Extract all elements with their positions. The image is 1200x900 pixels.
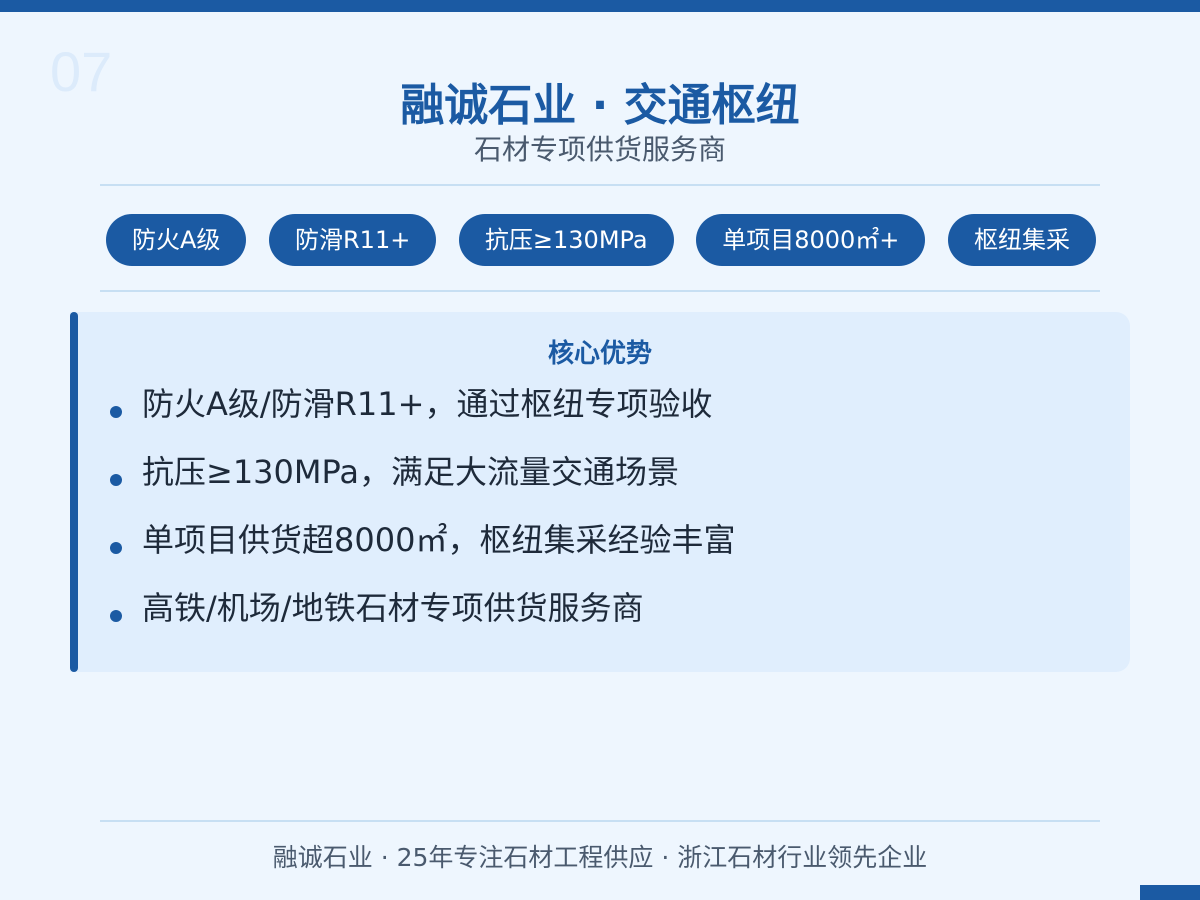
list-item-text: 高铁/机场/地铁石材专项供货服务商 <box>142 589 644 627</box>
list-item: 抗压≥130MPa，满足大流量交通场景 <box>110 450 735 518</box>
tag-hub-procurement: 枢纽集采 <box>947 214 1096 266</box>
advantages-list: 防火A级/防滑R11+，通过枢纽专项验收 抗压≥130MPa，满足大流量交通场景… <box>110 382 735 654</box>
tag-project-area: 单项目8000㎡+ <box>696 214 926 266</box>
advantages-heading: 核心优势 <box>547 339 652 369</box>
divider-middle <box>100 290 1100 292</box>
tag-slip-rating: 防滑R11+ <box>269 214 437 266</box>
footer-text: 融诚石业 · 25年专注石材工程供应 · 浙江石材行业领先企业 <box>272 843 928 872</box>
list-item-text: 抗压≥130MPa，满足大流量交通场景 <box>142 453 679 491</box>
list-item: 高铁/机场/地铁石材专项供货服务商 <box>110 586 735 654</box>
bullet-dot-icon <box>110 406 122 418</box>
feature-tags: 防火A级 防滑R11+ 抗压≥130MPa 单项目8000㎡+ 枢纽集采 <box>106 214 1096 266</box>
bullet-dot-icon <box>110 610 122 622</box>
top-accent-bar <box>0 0 1200 12</box>
bullet-dot-icon <box>110 542 122 554</box>
slide-title: 融诚石业 · 交通枢纽 <box>400 80 800 131</box>
tag-compressive-strength: 抗压≥130MPa <box>458 214 674 266</box>
list-item-text: 防火A级/防滑R11+，通过枢纽专项验收 <box>142 385 713 423</box>
advantages-panel: 核心优势 防火A级/防滑R11+，通过枢纽专项验收 抗压≥130MPa，满足大流… <box>70 312 1130 672</box>
list-item: 防火A级/防滑R11+，通过枢纽专项验收 <box>110 382 735 450</box>
divider-top <box>100 184 1100 186</box>
divider-bottom <box>100 820 1100 822</box>
list-item-text: 单项目供货超8000㎡，枢纽集采经验丰富 <box>142 521 736 559</box>
slide-subtitle: 石材专项供货服务商 <box>473 133 726 166</box>
bullet-dot-icon <box>110 474 122 486</box>
tag-fire-rating: 防火A级 <box>106 214 247 266</box>
corner-accent-block <box>1140 885 1200 900</box>
list-item: 单项目供货超8000㎡，枢纽集采经验丰富 <box>110 518 735 586</box>
